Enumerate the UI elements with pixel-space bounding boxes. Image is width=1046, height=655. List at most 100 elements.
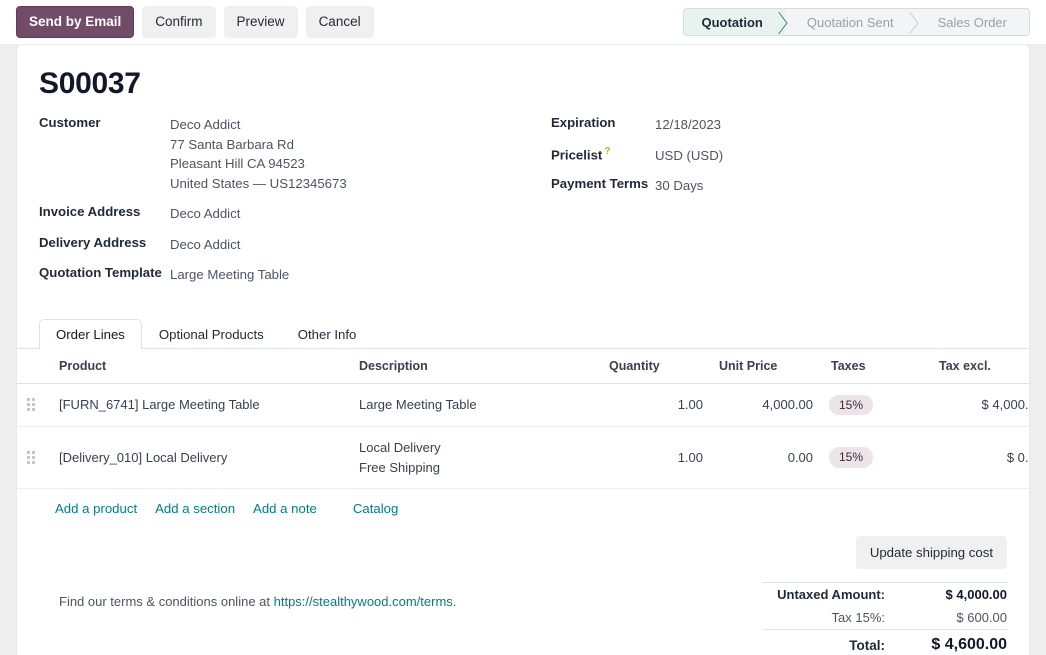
delivery-address-value[interactable]: Deco Addict — [170, 235, 240, 255]
totals-row-tax: Tax 15%: $ 600.00 — [762, 606, 1007, 630]
tax-badge: 15% — [829, 395, 873, 415]
add-a-note-link[interactable]: Add a note — [253, 501, 317, 516]
field-invoice-address: Invoice Address Deco Addict — [39, 204, 539, 224]
cancel-button[interactable]: Cancel — [306, 6, 374, 38]
expiration-label: Expiration — [551, 115, 655, 130]
page-title: S00037 — [17, 45, 1029, 101]
invoice-address-value[interactable]: Deco Addict — [170, 204, 240, 224]
tab-other-info[interactable]: Other Info — [281, 319, 374, 349]
totals-table: Untaxed Amount: $ 4,000.00 Tax 15%: $ 60… — [762, 582, 1007, 655]
record-info-group: Customer Deco Addict 77 Santa Barbara Rd… — [17, 101, 1029, 296]
add-a-product-link[interactable]: Add a product — [55, 501, 137, 516]
terms-link[interactable]: https://stealthywood.com/terms — [274, 594, 453, 609]
order-lines-header: Product Description Quantity Unit Price … — [17, 349, 1030, 384]
row-description[interactable]: Large Meeting Table — [351, 383, 601, 426]
row-description-line: Local Delivery — [359, 438, 593, 458]
delivery-address-label: Delivery Address — [39, 235, 170, 250]
drag-handle-icon[interactable] — [27, 398, 51, 411]
totals-row-total: Total: $ 4,600.00 — [762, 630, 1007, 655]
field-delivery-address: Delivery Address Deco Addict — [39, 235, 539, 255]
customer-street: 77 Santa Barbara Rd — [170, 135, 347, 155]
field-pricelist: Pricelist? USD (USD) — [551, 146, 999, 166]
quotation-template-value[interactable]: Large Meeting Table — [170, 265, 289, 285]
row-tax-excl: $ 4,000.00 — [931, 383, 1030, 426]
row-unit-price[interactable]: 0.00 — [711, 427, 821, 489]
expiration-value[interactable]: 12/18/2023 — [655, 115, 721, 135]
row-tax-excl: $ 0.00 — [931, 427, 1030, 489]
help-icon[interactable]: ? — [604, 146, 610, 157]
confirm-button[interactable]: Confirm — [142, 6, 215, 38]
tax-value: $ 600.00 — [897, 606, 1007, 630]
untaxed-amount-label: Untaxed Amount: — [762, 583, 897, 607]
preview-button[interactable]: Preview — [224, 6, 298, 38]
customer-city: Pleasant Hill CA 94523 — [170, 154, 347, 174]
tab-other-info-label: Other Info — [298, 327, 357, 342]
drag-handle-icon[interactable] — [27, 451, 51, 464]
tab-optional-products[interactable]: Optional Products — [142, 319, 281, 349]
column-quantity: Quantity — [601, 349, 711, 384]
terms-note: Find our terms & conditions online at ht… — [39, 536, 456, 655]
row-quantity[interactable]: 1.00 — [601, 383, 711, 426]
status-step-sales-order-label: Sales Order — [938, 15, 1007, 30]
record-info-right-column: Expiration 12/18/2023 Pricelist? USD (US… — [539, 115, 999, 296]
terms-text: Find our terms & conditions online at — [59, 594, 274, 609]
row-quantity[interactable]: 1.00 — [601, 427, 711, 489]
field-customer: Customer Deco Addict 77 Santa Barbara Rd… — [39, 115, 539, 193]
terms-period: . — [453, 594, 457, 609]
row-taxes[interactable]: 15% — [821, 427, 931, 489]
field-quotation-template: Quotation Template Large Meeting Table — [39, 265, 539, 285]
tax-label: Tax 15%: — [762, 606, 897, 630]
column-taxes: Taxes — [821, 349, 931, 384]
pricelist-label-text: Pricelist — [551, 147, 602, 162]
order-lines-table: Product Description Quantity Unit Price … — [17, 349, 1030, 489]
row-unit-price[interactable]: 4,000.00 — [711, 383, 821, 426]
record-info-left-column: Customer Deco Addict 77 Santa Barbara Rd… — [39, 115, 539, 296]
status-step-sales-order[interactable]: Sales Order — [916, 9, 1029, 35]
update-shipping-cost-button[interactable]: Update shipping cost — [856, 536, 1007, 569]
table-row[interactable]: [Delivery_010] Local Delivery Local Deli… — [17, 427, 1030, 489]
row-product[interactable]: [Delivery_010] Local Delivery — [51, 427, 351, 489]
customer-label: Customer — [39, 115, 170, 130]
catalog-link[interactable]: Catalog — [353, 501, 398, 516]
action-button-group: Send by Email Confirm Preview Cancel — [0, 6, 374, 38]
customer-value[interactable]: Deco Addict 77 Santa Barbara Rd Pleasant… — [170, 115, 347, 193]
invoice-address-label: Invoice Address — [39, 204, 170, 219]
row-description-line: Large Meeting Table — [359, 395, 593, 415]
row-taxes[interactable]: 15% — [821, 383, 931, 426]
customer-country: United States — US12345673 — [170, 174, 347, 194]
order-lines-header-row: Product Description Quantity Unit Price … — [17, 349, 1030, 384]
field-expiration: Expiration 12/18/2023 — [551, 115, 999, 135]
row-product[interactable]: [FURN_6741] Large Meeting Table — [51, 383, 351, 426]
row-drag-handle-cell — [17, 383, 51, 426]
untaxed-amount-value: $ 4,000.00 — [897, 583, 1007, 607]
record-sheet: S00037 Customer Deco Addict 77 Santa Bar… — [16, 44, 1030, 655]
update-shipping-wrap: Update shipping cost — [762, 536, 1007, 569]
total-value: $ 4,600.00 — [897, 630, 1007, 655]
column-product: Product — [51, 349, 351, 384]
column-unit-price: Unit Price — [711, 349, 821, 384]
column-description: Description — [351, 349, 601, 384]
payment-terms-value[interactable]: 30 Days — [655, 176, 703, 196]
field-payment-terms: Payment Terms 30 Days — [551, 176, 999, 196]
status-step-quotation-sent-label: Quotation Sent — [807, 15, 894, 30]
row-description[interactable]: Local Delivery Free Shipping — [351, 427, 601, 489]
column-tax-excl: Tax excl. — [931, 349, 1030, 384]
add-a-section-link[interactable]: Add a section — [155, 501, 235, 516]
status-step-quotation[interactable]: Quotation — [684, 9, 785, 35]
send-by-email-button[interactable]: Send by Email — [16, 6, 134, 38]
total-label: Total: — [762, 630, 897, 655]
status-step-quotation-label: Quotation — [702, 15, 763, 30]
tax-badge: 15% — [829, 447, 873, 467]
tab-order-lines-label: Order Lines — [56, 327, 125, 342]
table-row[interactable]: [FURN_6741] Large Meeting Table Large Me… — [17, 383, 1030, 426]
pricelist-label: Pricelist? — [551, 146, 655, 162]
row-drag-handle-cell — [17, 427, 51, 489]
tab-order-lines[interactable]: Order Lines — [39, 319, 142, 349]
customer-name: Deco Addict — [170, 115, 347, 135]
order-lines-body: [FURN_6741] Large Meeting Table Large Me… — [17, 383, 1030, 488]
add-line-links: Add a product Add a section Add a note C… — [17, 489, 1029, 516]
status-step-quotation-sent[interactable]: Quotation Sent — [785, 9, 916, 35]
column-handle — [17, 349, 51, 384]
pricelist-value[interactable]: USD (USD) — [655, 146, 723, 166]
row-description-lines: Large Meeting Table — [359, 395, 593, 415]
